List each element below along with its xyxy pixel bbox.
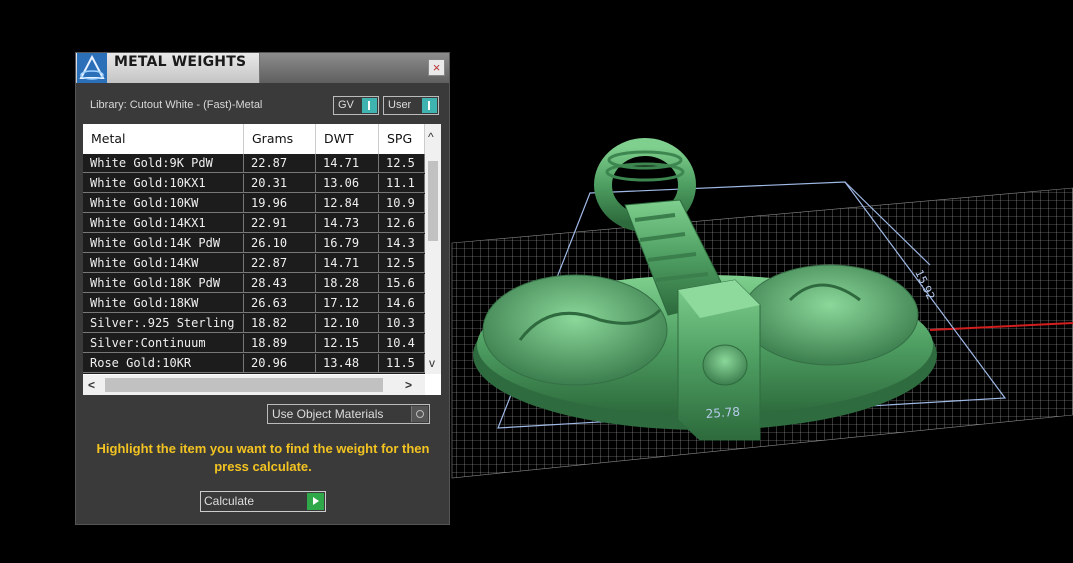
instruction-text: Highlight the item you want to find the … bbox=[96, 441, 430, 474]
metal-weights-panel: METAL WEIGHTS × Library: Cutout White - … bbox=[75, 52, 450, 525]
toggle-switch-icon bbox=[422, 98, 437, 113]
table-cell-dwt: 13.06 bbox=[316, 174, 379, 193]
table-cell-dwt: 14.71 bbox=[316, 154, 379, 173]
scroll-right-icon[interactable]: > bbox=[405, 378, 412, 392]
table-cell-dwt: 17.12 bbox=[316, 294, 379, 313]
table-cell-spg: 14.6 bbox=[379, 294, 425, 313]
table-row[interactable]: White Gold:14K PdW 26.10 16.79 14.3 bbox=[83, 234, 425, 253]
table-cell-metal: White Gold:9K PdW bbox=[83, 154, 244, 173]
table-cell-dwt: 18.28 bbox=[316, 274, 379, 293]
gv-toggle[interactable]: GV bbox=[333, 96, 379, 115]
pendant-model bbox=[473, 138, 937, 441]
column-header-grams[interactable]: Grams bbox=[244, 124, 316, 154]
table-cell-dwt: 12.10 bbox=[316, 314, 379, 333]
matrix-logo-icon bbox=[77, 53, 107, 83]
table-cell-metal: Silver:Continuum bbox=[83, 334, 244, 353]
table-cell-grams: 22.91 bbox=[244, 214, 316, 233]
toggle-switch-icon bbox=[362, 98, 377, 113]
table-cell-spg: 10.3 bbox=[379, 314, 425, 333]
title-bar[interactable]: METAL WEIGHTS × bbox=[76, 53, 449, 83]
table-cell-grams: 20.31 bbox=[244, 174, 316, 193]
table-cell-metal: Silver:.925 Sterling bbox=[83, 314, 244, 333]
table-cell-grams: 20.96 bbox=[244, 354, 316, 373]
table-body: White Gold:9K PdW 22.87 14.71 12.5 White Gol… bbox=[83, 154, 425, 374]
table-cell-spg: 12.6 bbox=[379, 214, 425, 233]
table-cell-metal: White Gold:10KX1 bbox=[83, 174, 244, 193]
table-header: Metal Grams DWT SPG bbox=[83, 124, 425, 154]
close-icon[interactable]: × bbox=[428, 59, 445, 76]
horizontal-scrollbar[interactable]: < > bbox=[83, 375, 425, 395]
table-cell-dwt: 12.15 bbox=[316, 334, 379, 353]
table-cell-dwt: 16.79 bbox=[316, 234, 379, 253]
table-cell-grams: 22.87 bbox=[244, 154, 316, 173]
table-cell-grams: 19.96 bbox=[244, 194, 316, 213]
vertical-scroll-thumb[interactable] bbox=[428, 161, 438, 241]
radio-icon bbox=[411, 406, 428, 422]
table-cell-metal: White Gold:18KW bbox=[83, 294, 244, 313]
table-row[interactable]: Silver:.925 Sterling 18.82 12.10 10.3 bbox=[83, 314, 425, 333]
user-toggle-label: User bbox=[388, 99, 412, 111]
table-cell-spg: 12.5 bbox=[379, 154, 425, 173]
horizontal-scroll-thumb[interactable] bbox=[105, 378, 383, 392]
table-cell-grams: 26.10 bbox=[244, 234, 316, 253]
table-row[interactable]: White Gold:14KW 22.87 14.71 12.5 bbox=[83, 254, 425, 273]
table-cell-spg: 15.6 bbox=[379, 274, 425, 293]
metal-table: Metal Grams DWT SPG White Gold:9K PdW 22.… bbox=[83, 124, 441, 395]
table-cell-spg: 11.1 bbox=[379, 174, 425, 193]
use-object-materials-toggle[interactable]: Use Object Materials bbox=[267, 404, 430, 424]
table-cell-dwt: 13.48 bbox=[316, 354, 379, 373]
table-row[interactable]: White Gold:10KX1 20.31 13.06 11.1 bbox=[83, 174, 425, 193]
table-cell-grams: 22.87 bbox=[244, 254, 316, 273]
user-toggle[interactable]: User bbox=[383, 96, 439, 115]
panel-title: METAL WEIGHTS bbox=[114, 54, 247, 70]
table-cell-spg: 10.4 bbox=[379, 334, 425, 353]
table-cell-spg: 14.3 bbox=[379, 234, 425, 253]
table-cell-grams: 28.43 bbox=[244, 274, 316, 293]
table-cell-metal: Rose Gold:10KR bbox=[83, 354, 244, 373]
table-cell-dwt: 14.73 bbox=[316, 214, 379, 233]
calculate-button[interactable]: Calculate bbox=[200, 491, 326, 512]
column-header-metal[interactable]: Metal bbox=[83, 124, 244, 154]
scroll-up-icon[interactable]: ^ bbox=[428, 130, 434, 144]
table-cell-spg: 12.5 bbox=[379, 254, 425, 273]
table-cell-metal: White Gold:10KW bbox=[83, 194, 244, 213]
column-header-spg[interactable]: SPG bbox=[379, 124, 425, 154]
table-cell-metal: White Gold:14KX1 bbox=[83, 214, 244, 233]
scroll-left-icon[interactable]: < bbox=[88, 378, 95, 392]
library-label: Library: Cutout White - (Fast)-Metal bbox=[90, 99, 263, 111]
use-object-materials-label: Use Object Materials bbox=[272, 407, 384, 421]
scroll-down-icon[interactable]: v bbox=[429, 356, 435, 370]
table-row[interactable]: Silver:Continuum 18.89 12.15 10.4 bbox=[83, 334, 425, 353]
table-cell-dwt: 14.71 bbox=[316, 254, 379, 273]
vertical-scrollbar[interactable]: ^ v bbox=[425, 124, 441, 374]
dimension-width-label: 25.78 bbox=[705, 405, 740, 421]
table-cell-grams: 26.63 bbox=[244, 294, 316, 313]
table-row[interactable]: White Gold:9K PdW 22.87 14.71 12.5 bbox=[83, 154, 425, 173]
table-cell-metal: White Gold:14K PdW bbox=[83, 234, 244, 253]
table-cell-spg: 10.9 bbox=[379, 194, 425, 213]
table-row[interactable]: White Gold:10KW 19.96 12.84 10.9 bbox=[83, 194, 425, 213]
table-cell-grams: 18.82 bbox=[244, 314, 316, 333]
table-cell-dwt: 12.84 bbox=[316, 194, 379, 213]
table-cell-metal: White Gold:18K PdW bbox=[83, 274, 244, 293]
table-cell-metal: White Gold:14KW bbox=[83, 254, 244, 273]
gv-toggle-label: GV bbox=[338, 99, 354, 111]
calculate-label: Calculate bbox=[204, 494, 255, 508]
table-cell-grams: 18.89 bbox=[244, 334, 316, 353]
table-cell-spg: 11.5 bbox=[379, 354, 425, 373]
table-row[interactable]: White Gold:14KX1 22.91 14.73 12.6 bbox=[83, 214, 425, 233]
column-header-dwt[interactable]: DWT bbox=[316, 124, 379, 154]
table-row[interactable]: Rose Gold:10KR 20.96 13.48 11.5 bbox=[83, 354, 425, 373]
table-row[interactable]: White Gold:18K PdW 28.43 18.28 15.6 bbox=[83, 274, 425, 293]
play-arrow-icon bbox=[307, 493, 324, 510]
table-row[interactable]: White Gold:18KW 26.63 17.12 14.6 bbox=[83, 294, 425, 313]
